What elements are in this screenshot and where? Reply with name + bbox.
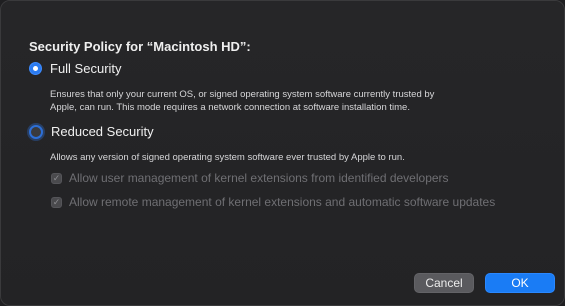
dialog-title: Security Policy for “Macintosh HD”: bbox=[29, 39, 251, 54]
full-security-description-line: Apple, can run. This mode requires a net… bbox=[50, 102, 410, 113]
remote-kext-management-label[interactable]: Allow remote management of kernel extens… bbox=[69, 195, 495, 209]
ok-button[interactable]: OK bbox=[485, 273, 555, 293]
reduced-security-radio[interactable] bbox=[29, 124, 43, 139]
full-security-description-line: Ensures that only your current OS, or si… bbox=[50, 89, 435, 100]
full-security-radio[interactable] bbox=[29, 62, 42, 75]
reduced-security-option[interactable]: Reduced Security bbox=[29, 124, 154, 139]
remote-kext-management-option[interactable]: ✓ Allow remote management of kernel exte… bbox=[51, 195, 495, 209]
user-kext-management-label[interactable]: Allow user management of kernel extensio… bbox=[69, 171, 449, 185]
remote-kext-management-checkbox[interactable]: ✓ bbox=[51, 196, 62, 208]
full-security-option[interactable]: Full Security bbox=[29, 61, 122, 76]
reduced-security-label[interactable]: Reduced Security bbox=[51, 124, 154, 139]
cancel-button[interactable]: Cancel bbox=[414, 273, 474, 293]
reduced-security-description: Allows any version of signed operating s… bbox=[50, 151, 555, 164]
full-security-description: Ensures that only your current OS, or si… bbox=[50, 88, 555, 114]
security-policy-dialog: Security Policy for “Macintosh HD”: Full… bbox=[0, 0, 565, 306]
user-kext-management-option[interactable]: ✓ Allow user management of kernel extens… bbox=[51, 171, 449, 185]
user-kext-management-checkbox[interactable]: ✓ bbox=[51, 172, 62, 184]
full-security-label[interactable]: Full Security bbox=[50, 61, 122, 76]
reduced-security-description-line: Allows any version of signed operating s… bbox=[50, 152, 405, 163]
